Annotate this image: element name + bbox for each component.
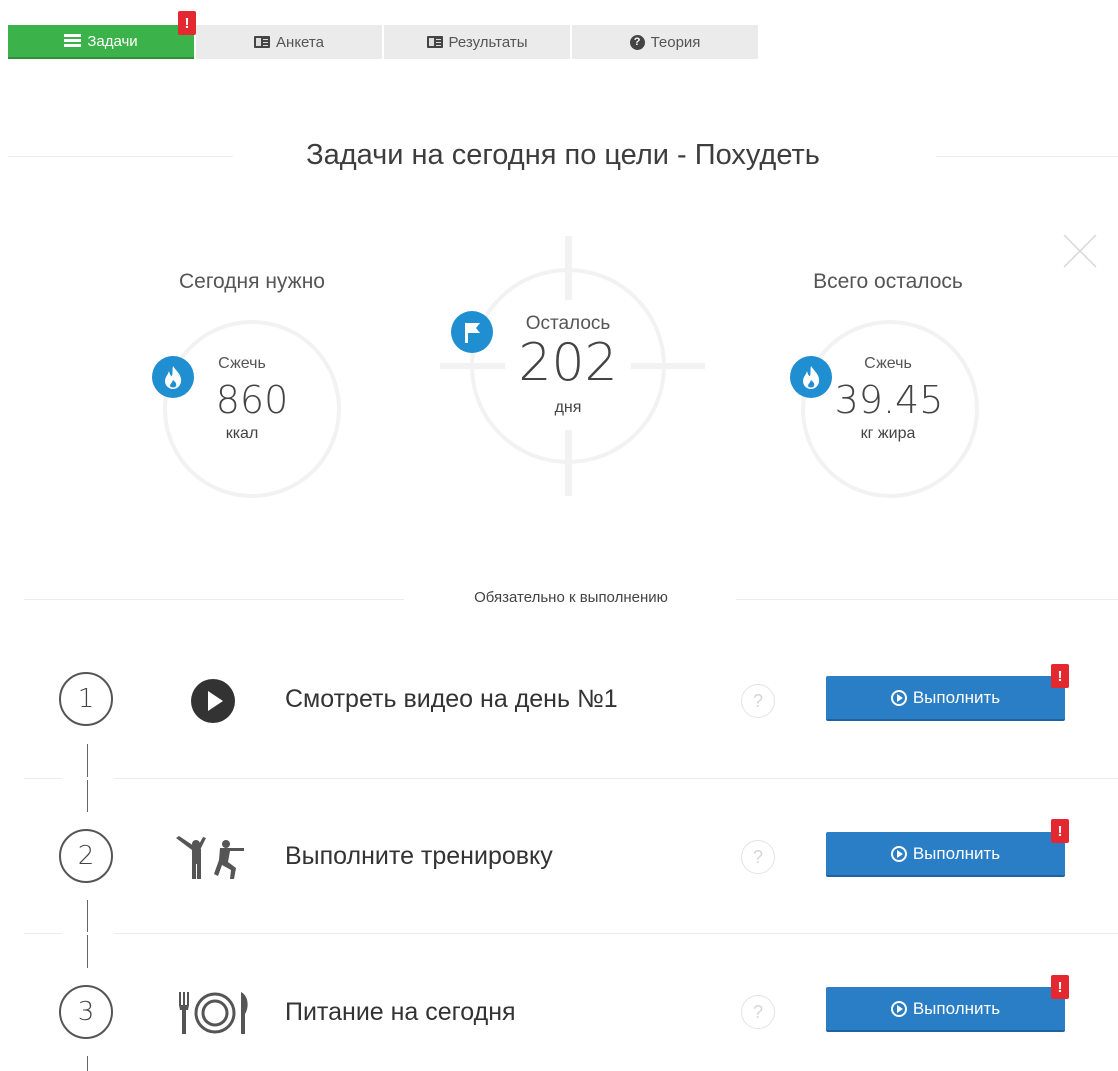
tab-questionnaire[interactable]: Анкета [196,25,382,59]
total-label: Сжечь [864,355,912,372]
separator-gap [62,777,114,780]
row-separator [24,778,1118,779]
remaining-unit: дня [554,399,582,416]
tab-theory-label: Теория [650,33,701,51]
complete-button[interactable]: Выполнить [826,676,1065,721]
row-separator [24,933,1118,934]
today-unit: ккал [225,425,259,442]
task-title: Питание на сегодня [285,998,516,1026]
play-circle-icon [191,679,235,723]
total-heading: Всего осталось [813,270,963,293]
today-value: 860 [215,378,289,422]
separator-gap [62,932,114,935]
play-circle-icon [890,689,907,706]
play-circle-icon [890,1000,907,1017]
total-unit: кг жира [860,425,916,442]
close-icon[interactable] [1062,233,1098,269]
today-label: Сжечь [218,355,266,372]
page-title-row: Задачи на сегодня по цели - Похудеть [8,135,1118,175]
tab-bar: Задачи ! Анкета Результаты ? Теория [8,11,760,59]
required-heading: Обязательно к выполнению [474,589,668,606]
required-heading-row: Обязательно к выполнению [24,585,1118,615]
alert-badge: ! [1051,819,1069,843]
tab-theory[interactable]: ? Теория [572,25,758,59]
step-number: 2 [59,829,113,883]
today-heading: Сегодня нужно [179,270,325,293]
alert-badge: ! [178,11,196,35]
task-title: Смотреть видео на день №1 [285,685,618,713]
id-card-icon [254,36,271,48]
question-circle-icon: ? [629,34,645,50]
tab-tasks[interactable]: Задачи ! [8,11,196,59]
step-number: 3 [59,985,113,1039]
complete-button-label: Выполнить [912,687,1001,707]
list-icon [64,34,82,48]
help-button[interactable]: ? [741,995,775,1029]
task-title: Выполните тренировку [285,842,553,870]
flag-icon [451,311,493,353]
workout-icon [176,836,244,879]
play-circle-icon [890,845,907,862]
tab-results-label: Результаты [448,33,528,51]
complete-button-label: Выполнить [912,843,1001,863]
id-card-icon [426,36,443,48]
help-button[interactable]: ? [741,840,775,874]
timeline-line [87,1056,88,1071]
tab-questionnaire-label: Анкета [276,33,324,51]
tab-tasks-label: Задачи [87,32,138,50]
remaining-label: Осталось [525,313,611,334]
complete-button[interactable]: Выполнить [826,832,1065,877]
page-title: Задачи на сегодня по цели - Похудеть [306,139,820,171]
alert-badge: ! [1051,664,1069,688]
alert-badge: ! [1051,975,1069,999]
help-button[interactable]: ? [741,684,775,718]
tab-results[interactable]: Результаты [384,25,570,59]
complete-button-label: Выполнить [912,998,1001,1018]
complete-button[interactable]: Выполнить [826,987,1065,1032]
total-value: 39.45 [834,378,944,422]
plate-cutlery-icon [179,992,248,1034]
remaining-value: 202 [518,333,618,393]
step-number: 1 [59,672,113,726]
